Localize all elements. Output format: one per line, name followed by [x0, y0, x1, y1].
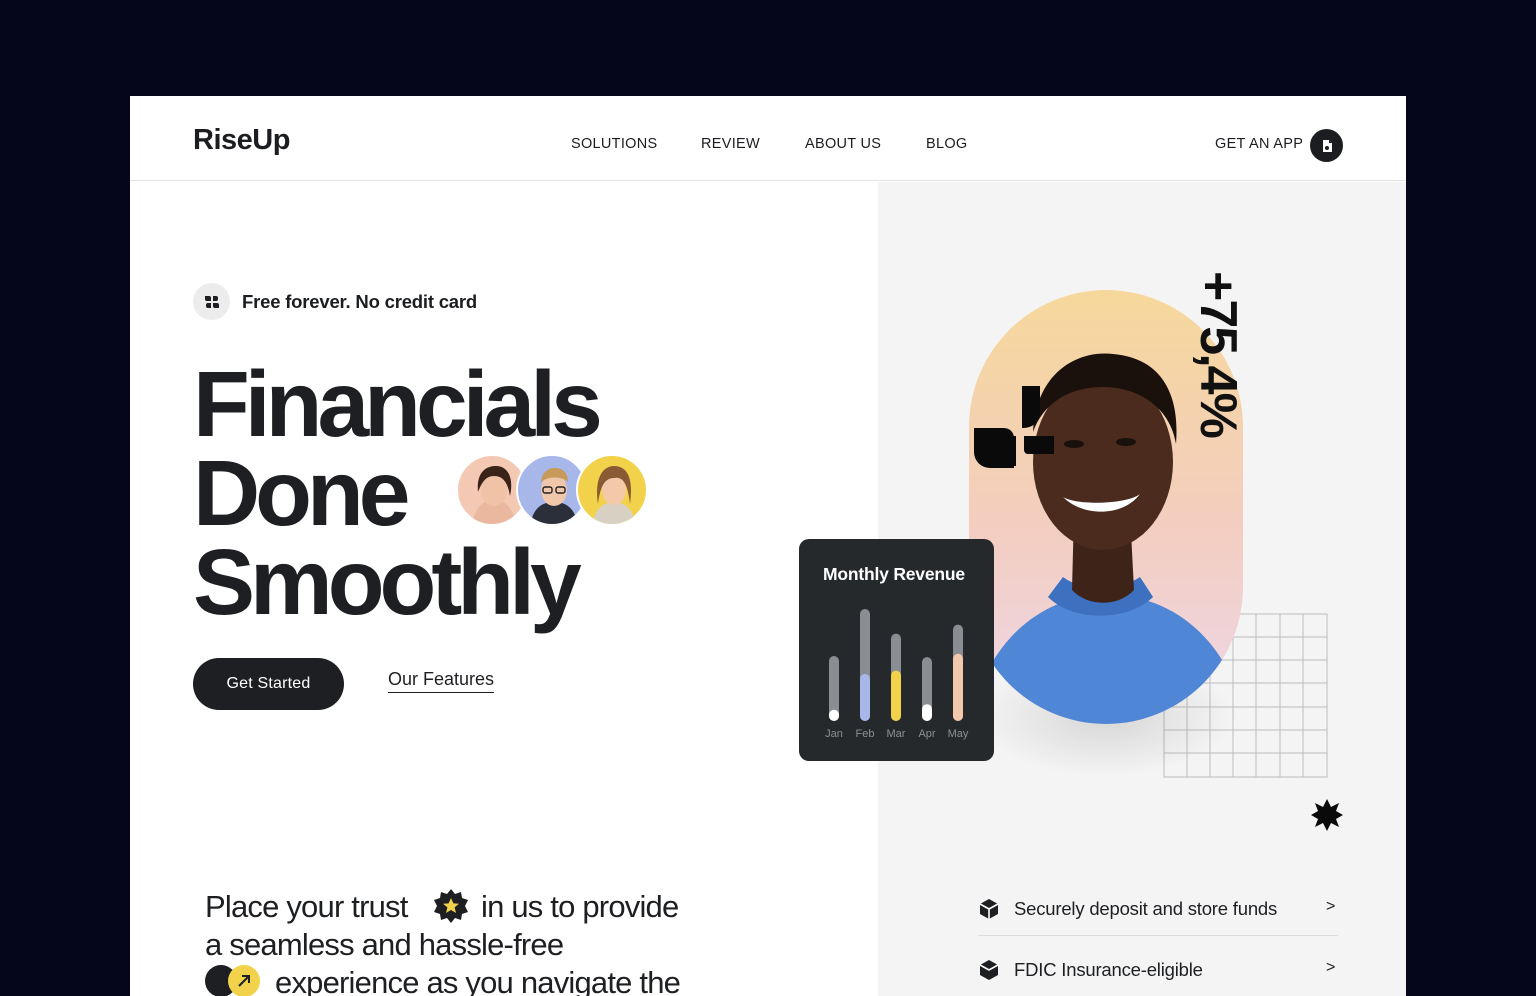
free-forever-badge: Free forever. No credit card	[242, 291, 477, 312]
chevron-right-icon: >	[1326, 898, 1336, 915]
feature-row-deposit[interactable]: Securely deposit and store funds >	[978, 888, 1338, 928]
trust-text-1: Place your trust	[205, 889, 408, 924]
growth-stat: +75,4%	[1189, 271, 1247, 437]
tick-label-apr: Apr	[918, 728, 935, 740]
bar-mar	[891, 670, 901, 721]
tick-label-may: May	[948, 728, 969, 740]
divider	[978, 935, 1338, 936]
get-started-button[interactable]: Get Started	[193, 658, 344, 710]
page-frame: RiseUp SOLUTIONS REVIEW ABOUT US BLOG GE…	[130, 96, 1406, 996]
badge-logo-icon	[193, 283, 230, 320]
chevron-right-icon: >	[1326, 959, 1336, 976]
bar-jan	[829, 709, 839, 721]
monthly-revenue-card: Monthly Revenue Jan Feb Mar Apr May	[799, 539, 994, 761]
revenue-chart: Jan Feb Mar Apr May	[825, 609, 969, 740]
star-badge-icon	[433, 888, 469, 924]
feature-label: FDIC Insurance-eligible	[1014, 959, 1203, 980]
site-header: RiseUp SOLUTIONS REVIEW ABOUT US BLOG GE…	[130, 96, 1406, 181]
get-app-link[interactable]: GET AN APP	[1215, 136, 1303, 152]
nav-about-us[interactable]: ABOUT US	[805, 136, 881, 152]
user-avatars	[456, 454, 656, 526]
our-features-link[interactable]: Our Features	[388, 669, 495, 693]
app-store-icon	[1322, 139, 1332, 152]
shield-box-icon	[979, 960, 999, 980]
feature-label: Securely deposit and store funds	[1014, 898, 1278, 919]
bar-may	[953, 653, 963, 721]
nav-blog[interactable]: BLOG	[926, 136, 968, 152]
headline-line-1: Financials	[193, 352, 603, 456]
trust-text-2: in us to provide	[481, 889, 679, 924]
trust-text-4: experience as you navigate the	[275, 965, 681, 996]
tick-label-mar: Mar	[887, 728, 906, 740]
tick-label-feb: Feb	[856, 728, 875, 740]
headline-line-2: Done	[193, 441, 410, 545]
pinwheel-small-icon	[204, 295, 219, 308]
starburst-icon	[1311, 799, 1343, 831]
bar-feb	[860, 673, 870, 721]
app-download-button[interactable]	[1310, 129, 1343, 162]
tick-label-jan: Jan	[825, 728, 843, 740]
nav-review[interactable]: REVIEW	[701, 136, 760, 152]
feature-row-fdic[interactable]: FDIC Insurance-eligible >	[978, 949, 1338, 989]
logo[interactable]: RiseUp	[193, 124, 290, 157]
arrow-circle-icon	[204, 964, 264, 996]
avatar	[576, 454, 648, 526]
cube-icon	[979, 899, 999, 919]
nav-solutions[interactable]: SOLUTIONS	[571, 136, 658, 152]
headline-line-3: Smoothly	[193, 530, 582, 634]
bar-apr	[922, 704, 932, 721]
trust-text-3: a seamless and hassle-free	[205, 927, 564, 962]
